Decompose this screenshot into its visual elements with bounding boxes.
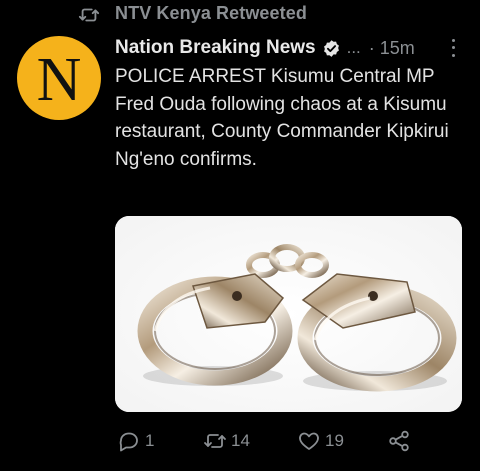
share-button[interactable] (387, 426, 411, 456)
more-options-icon[interactable] (446, 37, 460, 59)
retweet-label[interactable]: NTV Kenya Retweeted (115, 3, 307, 24)
heart-icon (299, 432, 319, 450)
avatar-letter: N (36, 45, 82, 114)
reply-button[interactable]: 1 (117, 426, 154, 456)
tweet-actions: 1 14 19 (115, 426, 415, 456)
handcuffs-image (115, 216, 462, 412)
reply-icon (119, 432, 138, 452)
reply-count: 1 (145, 431, 155, 450)
tweet-image[interactable] (115, 216, 462, 412)
retweet-button[interactable]: 14 (203, 426, 250, 456)
tweet-text: POLICE ARREST Kisumu Central MP Fred Oud… (115, 66, 449, 170)
retweet-icon (204, 434, 226, 448)
tweet-header: Nation Breaking News ... · 15m (115, 35, 415, 61)
avatar[interactable]: N (17, 36, 101, 120)
retweet-icon (78, 2, 100, 28)
like-button[interactable]: 19 (297, 426, 344, 456)
verified-badge-icon (323, 39, 339, 57)
like-count: 19 (325, 431, 344, 450)
author-name[interactable]: Nation Breaking News (115, 37, 316, 59)
timestamp[interactable]: · 15m (369, 38, 415, 59)
author-handle: ... (346, 38, 361, 57)
retweet-count: 14 (231, 431, 250, 450)
share-icon (389, 430, 409, 452)
